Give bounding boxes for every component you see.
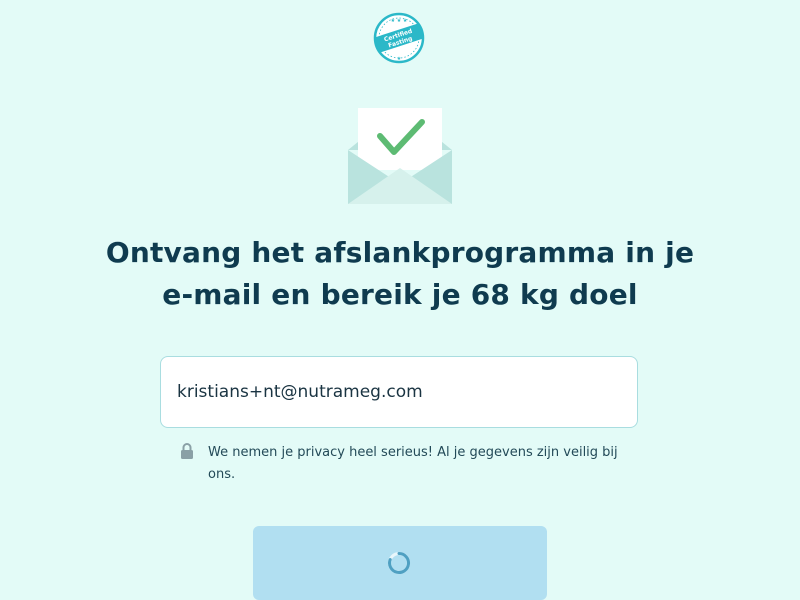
svg-text:★: ★ [397, 56, 402, 62]
privacy-text: We nemen je privacy heel serieus! Al je … [208, 445, 618, 482]
loading-spinner-icon [388, 551, 411, 574]
lock-icon [181, 443, 193, 459]
page-title: Ontvang het afslankprogramma in je e-mai… [105, 236, 695, 311]
email-field[interactable] [177, 357, 617, 427]
submit-button[interactable] [253, 526, 547, 600]
privacy-note: We nemen je privacy heel serieus! Al je … [180, 442, 620, 486]
page: ★ ★ ★ ★ Certified Fasting Ontvang het af… [0, 0, 800, 600]
certified-fasting-badge-icon: ★ ★ ★ ★ Certified Fasting [373, 12, 425, 64]
email-field-container [160, 356, 638, 428]
envelope-check-icon [348, 108, 452, 204]
svg-text:★ ★ ★: ★ ★ ★ [391, 18, 408, 24]
